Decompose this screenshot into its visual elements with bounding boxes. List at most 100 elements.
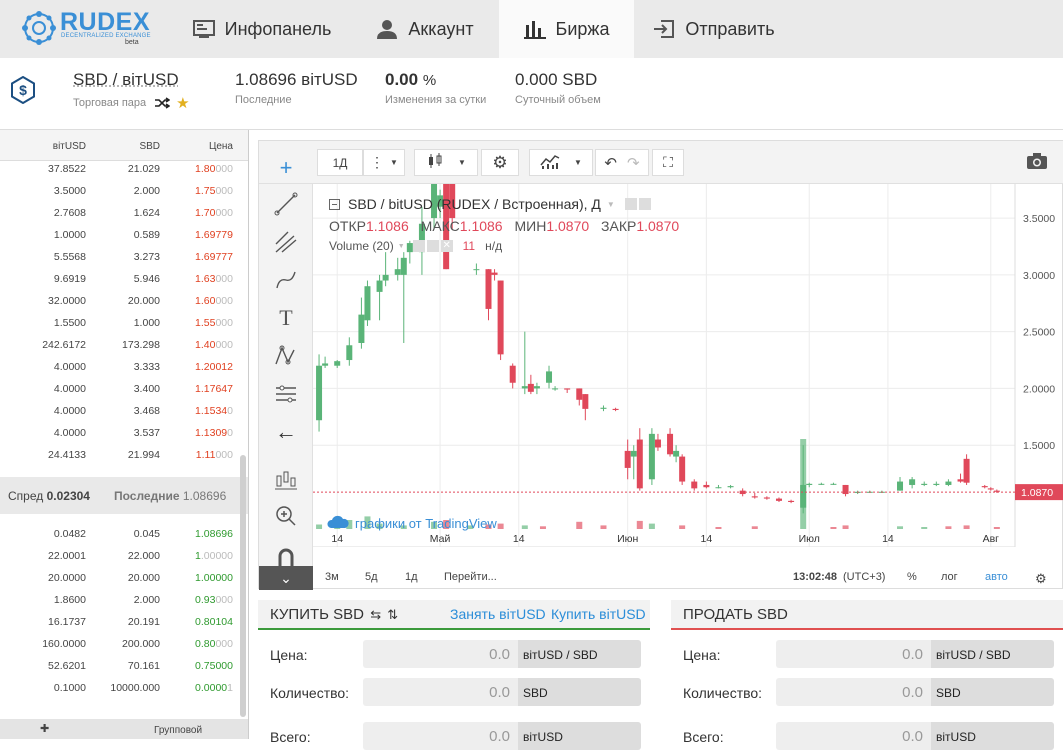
bid-row[interactable]: 20.0000 20.000 1.00000: [0, 567, 240, 589]
tab-dashboard[interactable]: Инфопанель: [172, 0, 352, 58]
text-tool[interactable]: T: [271, 304, 301, 332]
volume-bar: [600, 525, 607, 529]
borrow-link[interactable]: Занять вітUSD: [450, 606, 546, 622]
buy-total-row: Всего: 0.0 вітUSD: [258, 722, 650, 752]
close-icon[interactable]: ✕: [440, 240, 453, 252]
interval-button[interactable]: 1Д: [317, 149, 363, 176]
ask-amount: 1.000: [133, 317, 160, 329]
buy-amount-input[interactable]: 0.0: [363, 678, 518, 706]
bid-row[interactable]: 16.1737 20.191 0.80104: [0, 611, 240, 633]
eye-icon[interactable]: [624, 198, 637, 210]
x-tick-label: Июл: [799, 533, 820, 545]
ask-row[interactable]: 24.4133 21.994 1.11000: [0, 444, 240, 466]
crosshair-tool[interactable]: +: [271, 154, 301, 182]
ask-row[interactable]: 32.0000 20.000 1.60000: [0, 290, 240, 312]
measure-tool[interactable]: [271, 380, 301, 408]
gear-icon[interactable]: [426, 240, 439, 252]
ask-row[interactable]: 4.0000 3.400 1.17647: [0, 378, 240, 400]
chevron-down-icon[interactable]: ▼: [398, 243, 405, 250]
order-book-header: вітUSD SBD Цена: [0, 130, 248, 161]
ask-row[interactable]: 242.6172 173.298 1.40000: [0, 334, 240, 356]
range-5d[interactable]: 5д: [365, 571, 378, 583]
pattern-tool[interactable]: [271, 342, 301, 370]
ask-row[interactable]: 1.0000 0.589 1.69779: [0, 224, 240, 246]
range-1d[interactable]: 1д: [405, 571, 418, 583]
buy-total-input[interactable]: 0.0: [363, 722, 518, 750]
ask-row[interactable]: 4.0000 3.537 1.13090: [0, 422, 240, 444]
buy-currency-link[interactable]: Купить вітUSD: [551, 606, 646, 622]
series-menu-icon[interactable]: ▼: [607, 200, 615, 209]
bid-row[interactable]: 1.8600 2.000 0.93000: [0, 589, 240, 611]
favorite-star-icon[interactable]: ★: [176, 94, 189, 112]
auto-toggle[interactable]: авто: [985, 571, 1008, 583]
range-3m[interactable]: 3м: [325, 571, 339, 583]
pair-selector[interactable]: SBD / вітUSD Торговая пара ★: [73, 70, 190, 112]
ask-price: 1.20012: [170, 361, 233, 373]
ask-row[interactable]: 4.0000 3.468 1.15340: [0, 400, 240, 422]
ask-row[interactable]: 2.7608 1.624 1.70000: [0, 202, 240, 224]
pin-icon[interactable]: ✚: [40, 722, 49, 735]
pitchfork-tool[interactable]: [271, 228, 301, 256]
ask-row[interactable]: 5.5568 3.273 1.69777: [0, 246, 240, 268]
rudex-logo[interactable]: RUDEX DECENTRALIZED EXCHANGE beta: [22, 8, 152, 48]
tab-account[interactable]: Аккаунт: [352, 0, 498, 58]
fullscreen-button[interactable]: ⛶: [652, 149, 684, 176]
back-tool[interactable]: ←: [271, 418, 301, 446]
collapse-legend-icon[interactable]: [329, 198, 340, 210]
buy-price-input[interactable]: 0.0: [363, 640, 518, 668]
sort-icon[interactable]: ⇅: [387, 607, 398, 622]
screenshot-button[interactable]: [1017, 149, 1057, 176]
volume-bar: [897, 526, 904, 529]
bid-price-padding: 1: [227, 682, 233, 694]
group-label[interactable]: Групповой: [154, 725, 202, 736]
tab-send[interactable]: Отправить: [634, 0, 794, 58]
chart-type-button[interactable]: ▼: [414, 149, 478, 176]
ask-price-digits: 1.69779: [195, 229, 233, 241]
ask-row[interactable]: 9.6919 5.946 1.63000: [0, 268, 240, 290]
trendline-tool[interactable]: [271, 190, 301, 218]
ask-amount: 3.400: [133, 383, 160, 395]
ask-row[interactable]: 4.0000 3.333 1.20012: [0, 356, 240, 378]
sell-total-input[interactable]: 0.0: [776, 722, 931, 750]
candle-body: [630, 450, 637, 457]
bid-row[interactable]: 22.0001 22.000 1.00000: [0, 545, 240, 567]
swap-icon[interactable]: ⇆: [370, 607, 381, 622]
ask-row[interactable]: 1.5500 1.000 1.55000: [0, 312, 240, 334]
order-book-scrollbar[interactable]: [240, 455, 246, 717]
gear-icon[interactable]: ⚙: [1035, 571, 1047, 587]
ask-row[interactable]: 3.5000 2.000 1.75000: [0, 180, 240, 202]
redo-icon[interactable]: ↷: [627, 154, 640, 172]
zoom-tool[interactable]: [271, 502, 301, 530]
candle-body: [842, 484, 849, 495]
toggle-tools-button[interactable]: ⌄: [259, 566, 313, 590]
undo-icon[interactable]: ↶: [604, 154, 617, 172]
goto-date[interactable]: Перейти...: [444, 571, 497, 583]
settings-button[interactable]: ⚙: [481, 149, 519, 176]
long-position-tool[interactable]: [271, 466, 301, 494]
log-toggle[interactable]: лог: [941, 571, 958, 583]
bid-row[interactable]: 0.1000 10000.000 0.00001: [0, 677, 240, 699]
sell-price-input[interactable]: 0.0: [776, 640, 931, 668]
bid-row[interactable]: 160.0000 200.000 0.80000: [0, 633, 240, 655]
candle-body: [546, 371, 553, 383]
sell-amount-input[interactable]: 0.0: [776, 678, 931, 706]
chart-plot-area[interactable]: 3.5000 3.0000 2.5000 2.0000 1.5000 14 Май 14 Июн…: [313, 184, 1063, 547]
indicators-button[interactable]: ▼: [529, 149, 593, 176]
tab-exchange[interactable]: Биржа: [499, 0, 634, 58]
pair-name[interactable]: SBD / вітUSD: [73, 70, 190, 90]
percent-toggle[interactable]: %: [907, 571, 917, 583]
candle-body: [654, 439, 661, 448]
bid-row[interactable]: 0.0482 0.045 1.08696: [0, 523, 240, 545]
eye-icon[interactable]: [412, 240, 425, 252]
tradingview-watermark[interactable]: графики от TradingView: [327, 515, 497, 532]
gear-icon[interactable]: [638, 198, 651, 210]
top-navigation: RUDEX DECENTRALIZED EXCHANGE beta Инфопа…: [0, 0, 1063, 58]
bid-row[interactable]: 52.6201 70.161 0.75000: [0, 655, 240, 677]
swap-pair-icon[interactable]: [154, 97, 171, 109]
chart-timezone[interactable]: (UTC+3): [843, 571, 885, 583]
brush-tool[interactable]: [271, 266, 301, 294]
candle-body: [564, 388, 571, 390]
interval-dropdown[interactable]: ⋮ ▼: [363, 149, 405, 176]
ask-row[interactable]: 37.8522 21.029 1.80000: [0, 158, 240, 180]
zoom-in-icon: [276, 506, 296, 526]
